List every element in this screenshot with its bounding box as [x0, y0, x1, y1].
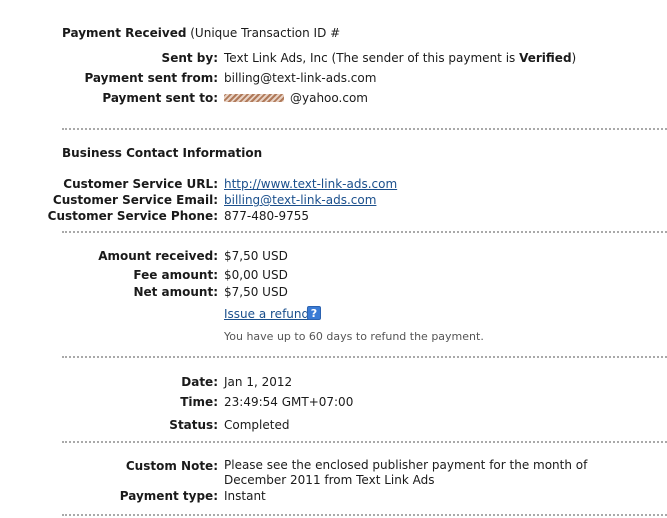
sent-from-label: Payment sent from: — [84, 71, 218, 85]
time-label: Time: — [180, 395, 218, 409]
divider — [62, 231, 667, 233]
net-amount-label: Net amount: — [133, 285, 218, 299]
payment-received-title: Payment Received — [62, 26, 187, 40]
help-icon[interactable]: ? — [307, 306, 321, 320]
net-amount-value: $7,50 USD — [224, 285, 288, 299]
date-value: Jan 1, 2012 — [224, 375, 293, 389]
refund-note: You have up to 60 days to refund the pay… — [224, 330, 484, 343]
fee-amount-value: $0,00 USD — [224, 268, 288, 282]
divider — [62, 128, 667, 130]
sender-close-paren: ) — [571, 51, 577, 65]
fee-amount-label: Fee amount: — [133, 268, 218, 282]
service-url-link[interactable]: http://www.text-link-ads.com — [224, 177, 397, 191]
verified-status: Verified — [519, 51, 572, 65]
payment-type-label: Payment type: — [119, 489, 218, 503]
sent-by-label: Sent by: — [161, 51, 218, 65]
transaction-id-label: (Unique Transaction ID # — [190, 26, 341, 40]
redacted-email-mark — [224, 94, 284, 102]
sent-to-label: Payment sent to: — [102, 91, 218, 105]
amount-received-value: $7,50 USD — [224, 249, 288, 263]
amount-received-label: Amount received: — [98, 249, 218, 263]
payment-type-value: Instant — [224, 489, 266, 503]
sent-from-value: billing@text-link-ads.com — [224, 71, 377, 85]
business-contact-title: Business Contact Information — [62, 146, 263, 160]
divider — [62, 441, 667, 443]
custom-note-label: Custom Note: — [125, 459, 218, 473]
status-label: Status: — [169, 418, 218, 432]
service-phone-value: 877-480-9755 — [224, 209, 310, 223]
sender-name: Text Link Ads, Inc (The sender of this p… — [224, 51, 516, 65]
time-value: 23:49:54 GMT+07:00 — [224, 395, 354, 409]
date-label: Date: — [181, 375, 218, 389]
payment-header: Payment Received (Unique Transaction ID … — [62, 26, 340, 40]
sent-to-value: @yahoo.com — [290, 91, 368, 105]
service-phone-label: Customer Service Phone: — [47, 209, 218, 223]
custom-note-value: Please see the enclosed publisher paymen… — [224, 458, 588, 487]
status-value: Completed — [224, 418, 290, 432]
divider — [62, 514, 667, 516]
service-email-link[interactable]: billing@text-link-ads.com — [224, 193, 376, 207]
divider — [62, 356, 667, 358]
service-url-label: Customer Service URL: — [63, 177, 218, 191]
issue-refund-link[interactable]: Issue a refund — [224, 307, 309, 321]
sent-by-value: Text Link Ads, Inc (The sender of this p… — [224, 51, 576, 65]
service-email-label: Customer Service Email: — [52, 193, 218, 207]
